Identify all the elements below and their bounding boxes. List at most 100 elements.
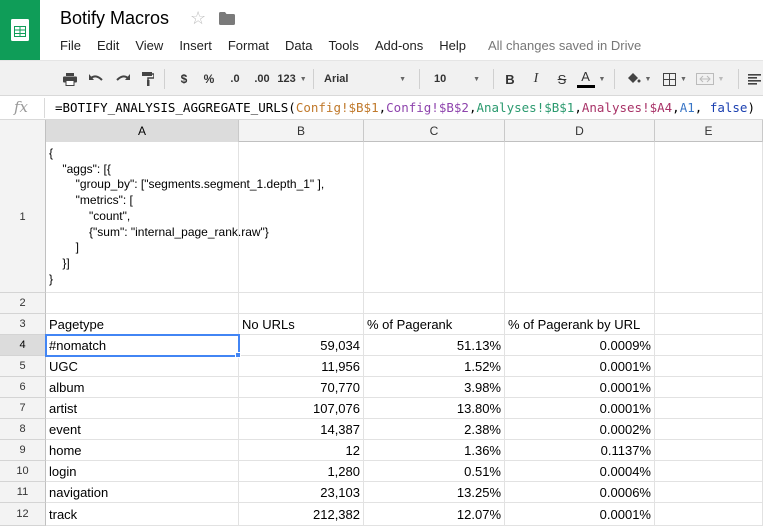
cell-a1[interactable]: { "aggs": [{ "group_by": ["segments.segm… [46, 142, 324, 293]
cell-b1[interactable] [239, 142, 364, 293]
table-cell-pagetype[interactable]: UGC [46, 356, 239, 377]
column-header-c[interactable]: C [364, 120, 505, 142]
table-cell-no-urls[interactable]: 212,382 [239, 503, 364, 526]
fill-color-button[interactable]: ▼ [621, 66, 655, 92]
row-header-7[interactable]: 7 [0, 398, 46, 419]
cell-e3[interactable] [655, 314, 763, 335]
column-header-d[interactable]: D [505, 120, 655, 142]
strikethrough-button[interactable]: S [552, 66, 572, 92]
table-cell-pct-pagerank-by-url[interactable]: 0.0006% [505, 482, 655, 503]
undo-icon[interactable] [86, 66, 106, 92]
text-color-button[interactable]: A ▼ [574, 66, 608, 92]
cell-e9[interactable] [655, 440, 763, 461]
table-cell-pagetype[interactable]: navigation [46, 482, 239, 503]
cell-d1[interactable] [505, 142, 655, 293]
menu-edit[interactable]: Edit [89, 36, 127, 55]
table-cell-pagetype[interactable]: home [46, 440, 239, 461]
horizontal-align-icon[interactable] [745, 66, 763, 92]
cell-c2[interactable] [364, 293, 505, 314]
row-header-8[interactable]: 8 [0, 419, 46, 440]
table-cell-pct-pagerank[interactable]: 13.25% [364, 482, 505, 503]
row-header-2[interactable]: 2 [0, 293, 46, 314]
menu-format[interactable]: Format [220, 36, 277, 55]
cell-e4[interactable] [655, 335, 763, 356]
column-header-e[interactable]: E [655, 120, 763, 142]
header-cell-pagetype[interactable]: Pagetype [46, 314, 239, 335]
cell-a2[interactable] [46, 293, 239, 314]
decrease-decimals-button[interactable]: .0 [224, 66, 246, 92]
table-cell-no-urls[interactable]: 12 [239, 440, 364, 461]
table-cell-pct-pagerank-by-url[interactable]: 0.0009% [505, 335, 655, 356]
row-header-12[interactable]: 12 [0, 503, 46, 526]
folder-icon[interactable] [219, 12, 235, 30]
row-header-3[interactable]: 3 [0, 314, 46, 335]
table-cell-pagetype[interactable]: artist [46, 398, 239, 419]
table-cell-pct-pagerank[interactable]: 51.13% [364, 335, 505, 356]
row-header-5[interactable]: 5 [0, 356, 46, 377]
row-header-11[interactable]: 11 [0, 482, 46, 503]
font-family-select[interactable]: Arial ▼ [318, 66, 412, 92]
cell-e10[interactable] [655, 461, 763, 482]
row-header-6[interactable]: 6 [0, 377, 46, 398]
table-cell-pct-pagerank-by-url[interactable]: 0.0004% [505, 461, 655, 482]
save-status[interactable]: All changes saved in Drive [488, 38, 641, 53]
more-formats-dropdown[interactable]: 123 ▼ [276, 66, 308, 92]
table-cell-pagetype[interactable]: #nomatch [46, 335, 239, 356]
menu-insert[interactable]: Insert [171, 36, 220, 55]
cell-e7[interactable] [655, 398, 763, 419]
cell-e1[interactable] [655, 142, 763, 293]
formula-input[interactable]: =BOTIFY_ANALYSIS_AGGREGATE_URLS(Config!$… [55, 100, 755, 115]
increase-decimals-button[interactable]: .00 [250, 66, 274, 92]
table-cell-pct-pagerank[interactable]: 1.52% [364, 356, 505, 377]
fill-handle[interactable] [235, 352, 241, 358]
italic-button[interactable]: I [526, 66, 546, 92]
table-cell-pct-pagerank-by-url[interactable]: 0.0001% [505, 503, 655, 526]
currency-format-button[interactable]: $ [175, 66, 193, 92]
table-cell-pagetype[interactable]: track [46, 503, 239, 526]
table-cell-no-urls[interactable]: 11,956 [239, 356, 364, 377]
paint-format-icon[interactable] [138, 66, 158, 92]
table-cell-pct-pagerank[interactable]: 3.98% [364, 377, 505, 398]
table-cell-pct-pagerank[interactable]: 2.38% [364, 419, 505, 440]
cell-b2[interactable] [239, 293, 364, 314]
table-cell-pct-pagerank-by-url[interactable]: 0.0001% [505, 356, 655, 377]
menu-help[interactable]: Help [431, 36, 474, 55]
table-cell-pct-pagerank-by-url[interactable]: 0.0001% [505, 377, 655, 398]
percent-format-button[interactable]: % [200, 66, 218, 92]
table-cell-no-urls[interactable]: 70,770 [239, 377, 364, 398]
table-cell-no-urls[interactable]: 107,076 [239, 398, 364, 419]
menu-file[interactable]: File [52, 36, 89, 55]
column-header-a[interactable]: A [46, 120, 239, 142]
menu-view[interactable]: View [127, 36, 171, 55]
cell-e2[interactable] [655, 293, 763, 314]
table-cell-pct-pagerank-by-url[interactable]: 0.1137% [505, 440, 655, 461]
document-title[interactable]: Botify Macros [60, 8, 169, 29]
table-cell-no-urls[interactable]: 23,103 [239, 482, 364, 503]
row-header-10[interactable]: 10 [0, 461, 46, 482]
cell-e12[interactable] [655, 503, 763, 526]
bold-button[interactable]: B [500, 66, 520, 92]
star-icon[interactable]: ☆ [190, 8, 206, 29]
table-cell-pct-pagerank[interactable]: 12.07% [364, 503, 505, 526]
cell-e11[interactable] [655, 482, 763, 503]
row-header-4[interactable]: 4 [0, 335, 46, 356]
table-cell-no-urls[interactable]: 14,387 [239, 419, 364, 440]
header-cell-pct-pagerank-by-url[interactable]: % of Pagerank by URL [505, 314, 655, 335]
table-cell-pagetype[interactable]: album [46, 377, 239, 398]
header-cell-no-urls[interactable]: No URLs [239, 314, 364, 335]
column-header-b[interactable]: B [239, 120, 364, 142]
table-cell-pagetype[interactable]: login [46, 461, 239, 482]
print-icon[interactable] [60, 66, 80, 92]
merge-cells-button[interactable]: ▼ [694, 66, 726, 92]
font-size-select[interactable]: 10 ▼ [428, 66, 486, 92]
menu-tools[interactable]: Tools [320, 36, 366, 55]
table-cell-pagetype[interactable]: event [46, 419, 239, 440]
table-cell-pct-pagerank[interactable]: 13.80% [364, 398, 505, 419]
cell-e5[interactable] [655, 356, 763, 377]
sheets-logo-icon[interactable] [0, 0, 40, 60]
cell-e8[interactable] [655, 419, 763, 440]
header-cell-pct-pagerank[interactable]: % of Pagerank [364, 314, 505, 335]
select-all-corner[interactable] [0, 120, 46, 142]
borders-button[interactable]: ▼ [660, 66, 690, 92]
table-cell-no-urls[interactable]: 59,034 [239, 335, 364, 356]
